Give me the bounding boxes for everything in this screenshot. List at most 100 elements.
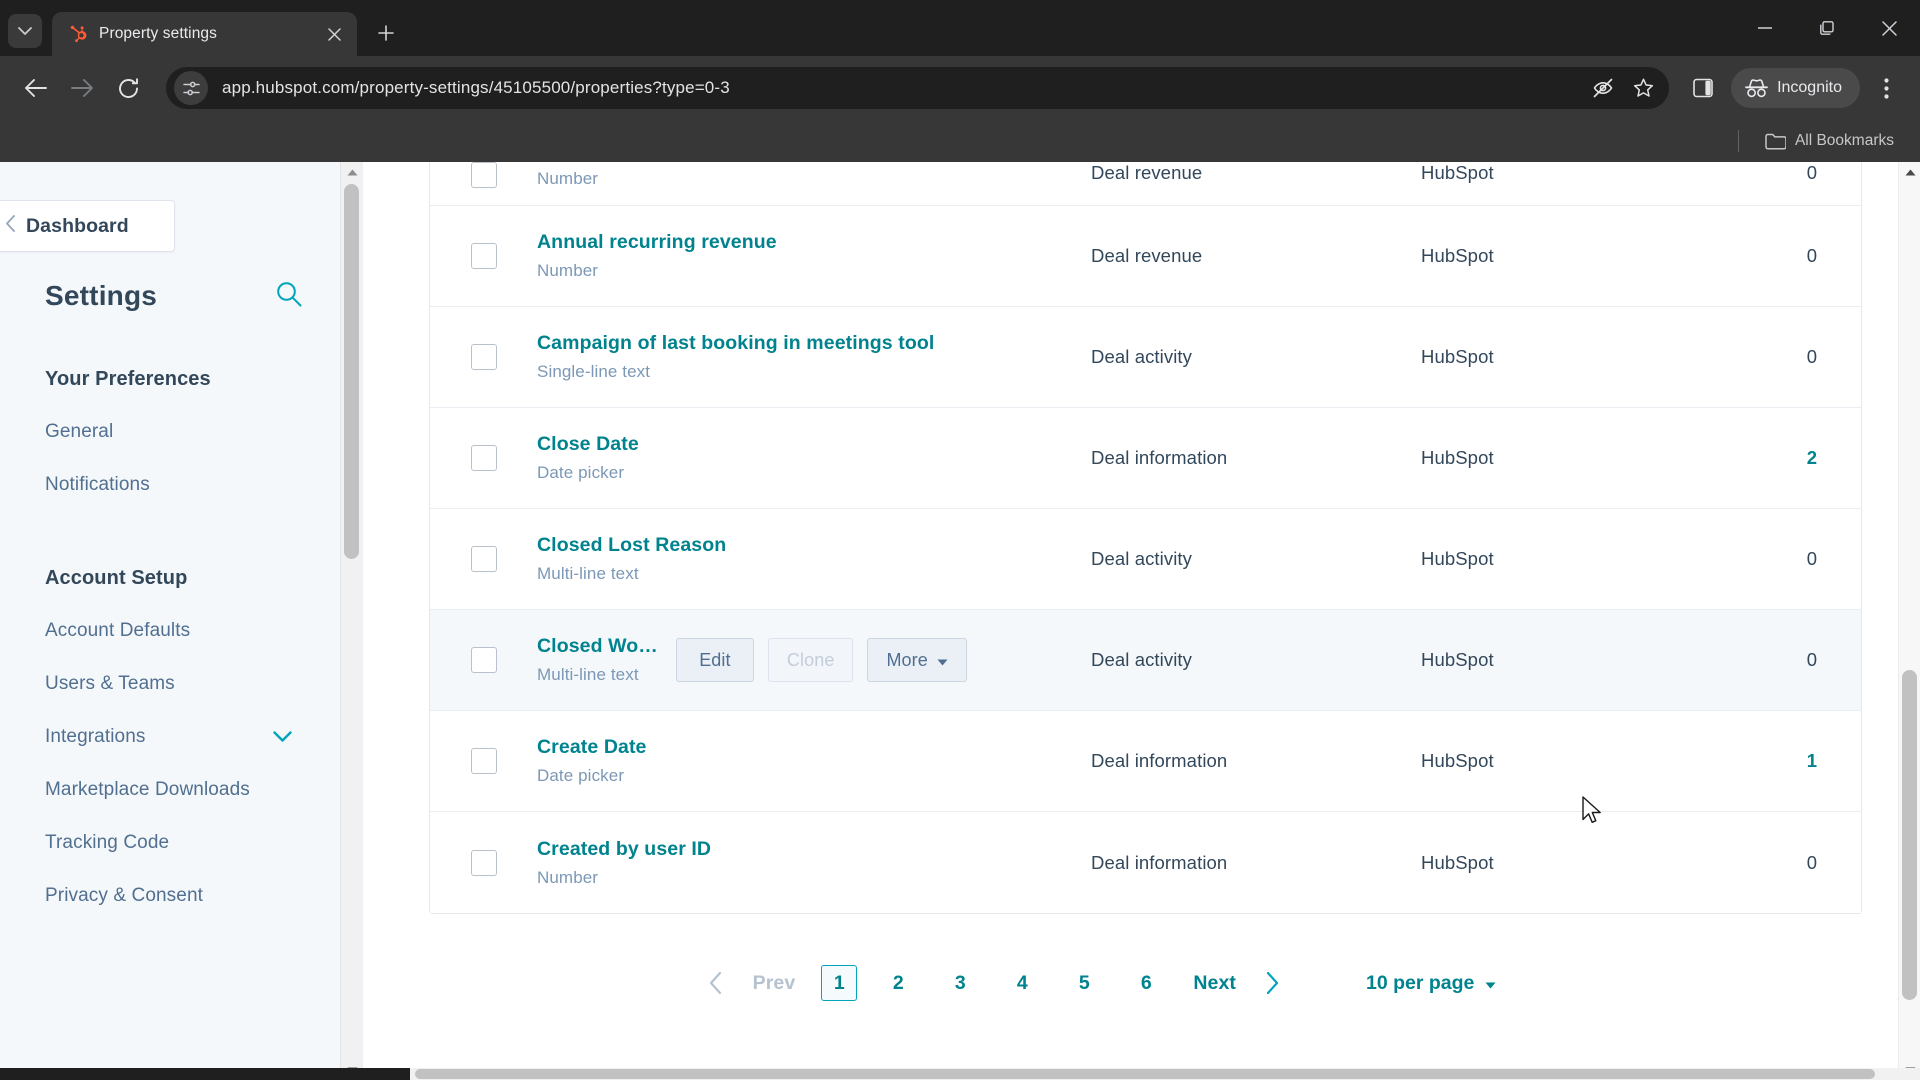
- sidebar-item-integrations[interactable]: Integrations: [0, 710, 362, 763]
- sidebar-item-general[interactable]: General: [0, 405, 362, 458]
- row-checkbox-cell: [430, 647, 537, 673]
- back-to-dashboard-button[interactable]: Dashboard: [0, 200, 175, 252]
- bookmarks-divider: [1737, 130, 1739, 152]
- property-name-link[interactable]: Create Date: [537, 736, 646, 759]
- pagination-prev-arrow-icon[interactable]: [695, 962, 737, 1004]
- sidebar-item-notifications[interactable]: Notifications: [0, 458, 362, 511]
- table-row[interactable]: Campaign of last booking in meetings too…: [430, 307, 1861, 408]
- row-checkbox[interactable]: [470, 849, 497, 876]
- property-used-in-count: 0: [1806, 245, 1817, 266]
- table-row[interactable]: Closed Wo… Multi-line text Edit Clone Mo…: [430, 610, 1861, 711]
- property-name-link[interactable]: Closed Lost Reason: [537, 534, 726, 557]
- sidebar-scrollbar-thumb[interactable]: [344, 184, 359, 559]
- property-name-cell: Created by user ID Number: [537, 838, 1091, 888]
- table-row[interactable]: Close Date Date picker Deal information …: [430, 408, 1861, 509]
- table-row[interactable]: Annual recurring revenue Number Deal rev…: [430, 206, 1861, 307]
- all-bookmarks-button[interactable]: All Bookmarks: [1757, 128, 1902, 154]
- sidebar-item-account-defaults[interactable]: Account Defaults: [0, 604, 362, 657]
- main-scrollbar-thumb[interactable]: [1902, 670, 1917, 1000]
- pagination-page-2[interactable]: 2: [881, 965, 915, 1001]
- close-window-button[interactable]: [1858, 0, 1920, 56]
- per-page-selector[interactable]: 10 per page: [1366, 972, 1496, 995]
- scroll-up-arrow-icon[interactable]: [341, 162, 363, 182]
- incognito-icon: [1745, 79, 1768, 98]
- tab-search-button[interactable]: [8, 14, 42, 48]
- minimize-button[interactable]: [1734, 0, 1796, 56]
- dashboard-label: Dashboard: [26, 214, 129, 237]
- new-tab-button[interactable]: [369, 16, 403, 50]
- all-bookmarks-label: All Bookmarks: [1794, 132, 1894, 149]
- sidebar-item-privacy-and-consent[interactable]: Privacy & Consent: [0, 869, 362, 922]
- horizontal-scrollbar[interactable]: [0, 1068, 1920, 1080]
- hubspot-sprocket-icon: [68, 24, 88, 44]
- eye-off-icon[interactable]: [1585, 70, 1621, 106]
- property-type: Date picker: [537, 766, 625, 785]
- more-label: More: [886, 649, 928, 670]
- scroll-up-arrow-icon[interactable]: [1899, 162, 1920, 182]
- property-name-link[interactable]: Closed Wo…: [537, 635, 658, 658]
- star-icon[interactable]: [1625, 70, 1661, 106]
- table-row[interactable]: Number Deal revenue HubSpot 0: [430, 162, 1861, 206]
- pagination-page-3[interactable]: 3: [943, 965, 977, 1001]
- property-name-link[interactable]: Close Date: [537, 433, 639, 456]
- chevron-left-icon: [5, 215, 16, 237]
- chevron-down-icon[interactable]: [273, 730, 292, 743]
- main-scrollbar[interactable]: [1898, 162, 1920, 1080]
- window-controls: [1734, 0, 1920, 56]
- row-checkbox[interactable]: [470, 748, 497, 774]
- pagination-page-6[interactable]: 6: [1129, 965, 1163, 1001]
- property-group: Deal revenue: [1091, 245, 1203, 266]
- edit-button[interactable]: Edit: [675, 638, 754, 682]
- row-checkbox[interactable]: [470, 647, 497, 673]
- back-button[interactable]: [14, 66, 58, 110]
- table-row[interactable]: Created by user ID Number Deal informati…: [430, 812, 1861, 913]
- row-checkbox[interactable]: [470, 546, 497, 572]
- table-row[interactable]: Create Date Date picker Deal information…: [430, 711, 1861, 812]
- pagination-page-5[interactable]: 5: [1067, 965, 1101, 1001]
- row-checkbox[interactable]: [470, 243, 497, 269]
- forward-button[interactable]: [60, 66, 104, 110]
- property-name-link[interactable]: Campaign of last booking in meetings too…: [537, 332, 934, 355]
- property-source: HubSpot: [1421, 649, 1494, 670]
- property-source: HubSpot: [1421, 750, 1494, 771]
- browser-tab[interactable]: Property settings: [52, 12, 357, 56]
- more-button[interactable]: More: [867, 638, 967, 682]
- property-name-link[interactable]: Annual recurring revenue: [537, 231, 777, 254]
- row-checkbox[interactable]: [470, 445, 497, 471]
- sidebar-inner: Dashboard Settings Your Preferences Gene…: [0, 162, 362, 1080]
- sidebar-item-tracking-code[interactable]: Tracking Code: [0, 816, 362, 869]
- sidebar-item-label: Marketplace Downloads: [45, 778, 250, 800]
- property-source: HubSpot: [1421, 851, 1494, 873]
- pagination-next[interactable]: Next: [1177, 972, 1252, 995]
- sidebar-item-marketplace-downloads[interactable]: Marketplace Downloads: [0, 763, 362, 816]
- property-name-link[interactable]: Created by user ID: [537, 838, 711, 861]
- property-name-cell: Closed Wo… Multi-line text Edit Clone Mo…: [537, 635, 1091, 685]
- property-name-cell: Annual recurring revenue Number: [537, 231, 1091, 281]
- maximize-button[interactable]: [1796, 0, 1858, 56]
- clone-button: Clone: [767, 638, 854, 682]
- incognito-indicator[interactable]: Incognito: [1731, 68, 1860, 108]
- table-row[interactable]: Closed Lost Reason Multi-line text Deal …: [430, 509, 1861, 610]
- row-checkbox-cell: [430, 748, 537, 774]
- pagination-page-4[interactable]: 4: [1005, 965, 1039, 1001]
- pagination-page-1[interactable]: 1: [821, 965, 858, 1001]
- row-checkbox[interactable]: [470, 162, 497, 188]
- horizontal-scrollbar-thumb[interactable]: [415, 1069, 1875, 1079]
- address-bar[interactable]: app.hubspot.com/property-settings/451055…: [166, 67, 1670, 109]
- three-dot-menu-icon[interactable]: [1866, 66, 1906, 110]
- side-panel-icon[interactable]: [1681, 66, 1725, 110]
- row-checkbox-cell: [430, 546, 537, 572]
- property-used-in-count[interactable]: 2: [1731, 447, 1861, 469]
- property-used-in-count[interactable]: 1: [1731, 750, 1861, 772]
- property-group: Deal activity: [1091, 649, 1193, 670]
- site-settings-icon[interactable]: [174, 71, 208, 105]
- search-icon[interactable]: [276, 281, 302, 312]
- row-checkbox[interactable]: [470, 344, 497, 370]
- row-checkbox-cell: [430, 162, 537, 188]
- reload-button[interactable]: [106, 66, 150, 110]
- sidebar-scrollbar[interactable]: [340, 162, 362, 1080]
- sidebar-item-users-and-teams[interactable]: Users & Teams: [0, 657, 362, 710]
- close-icon[interactable]: [321, 21, 347, 47]
- sidebar-item-label: Tracking Code: [45, 831, 170, 853]
- pagination-next-arrow-icon[interactable]: [1252, 962, 1294, 1004]
